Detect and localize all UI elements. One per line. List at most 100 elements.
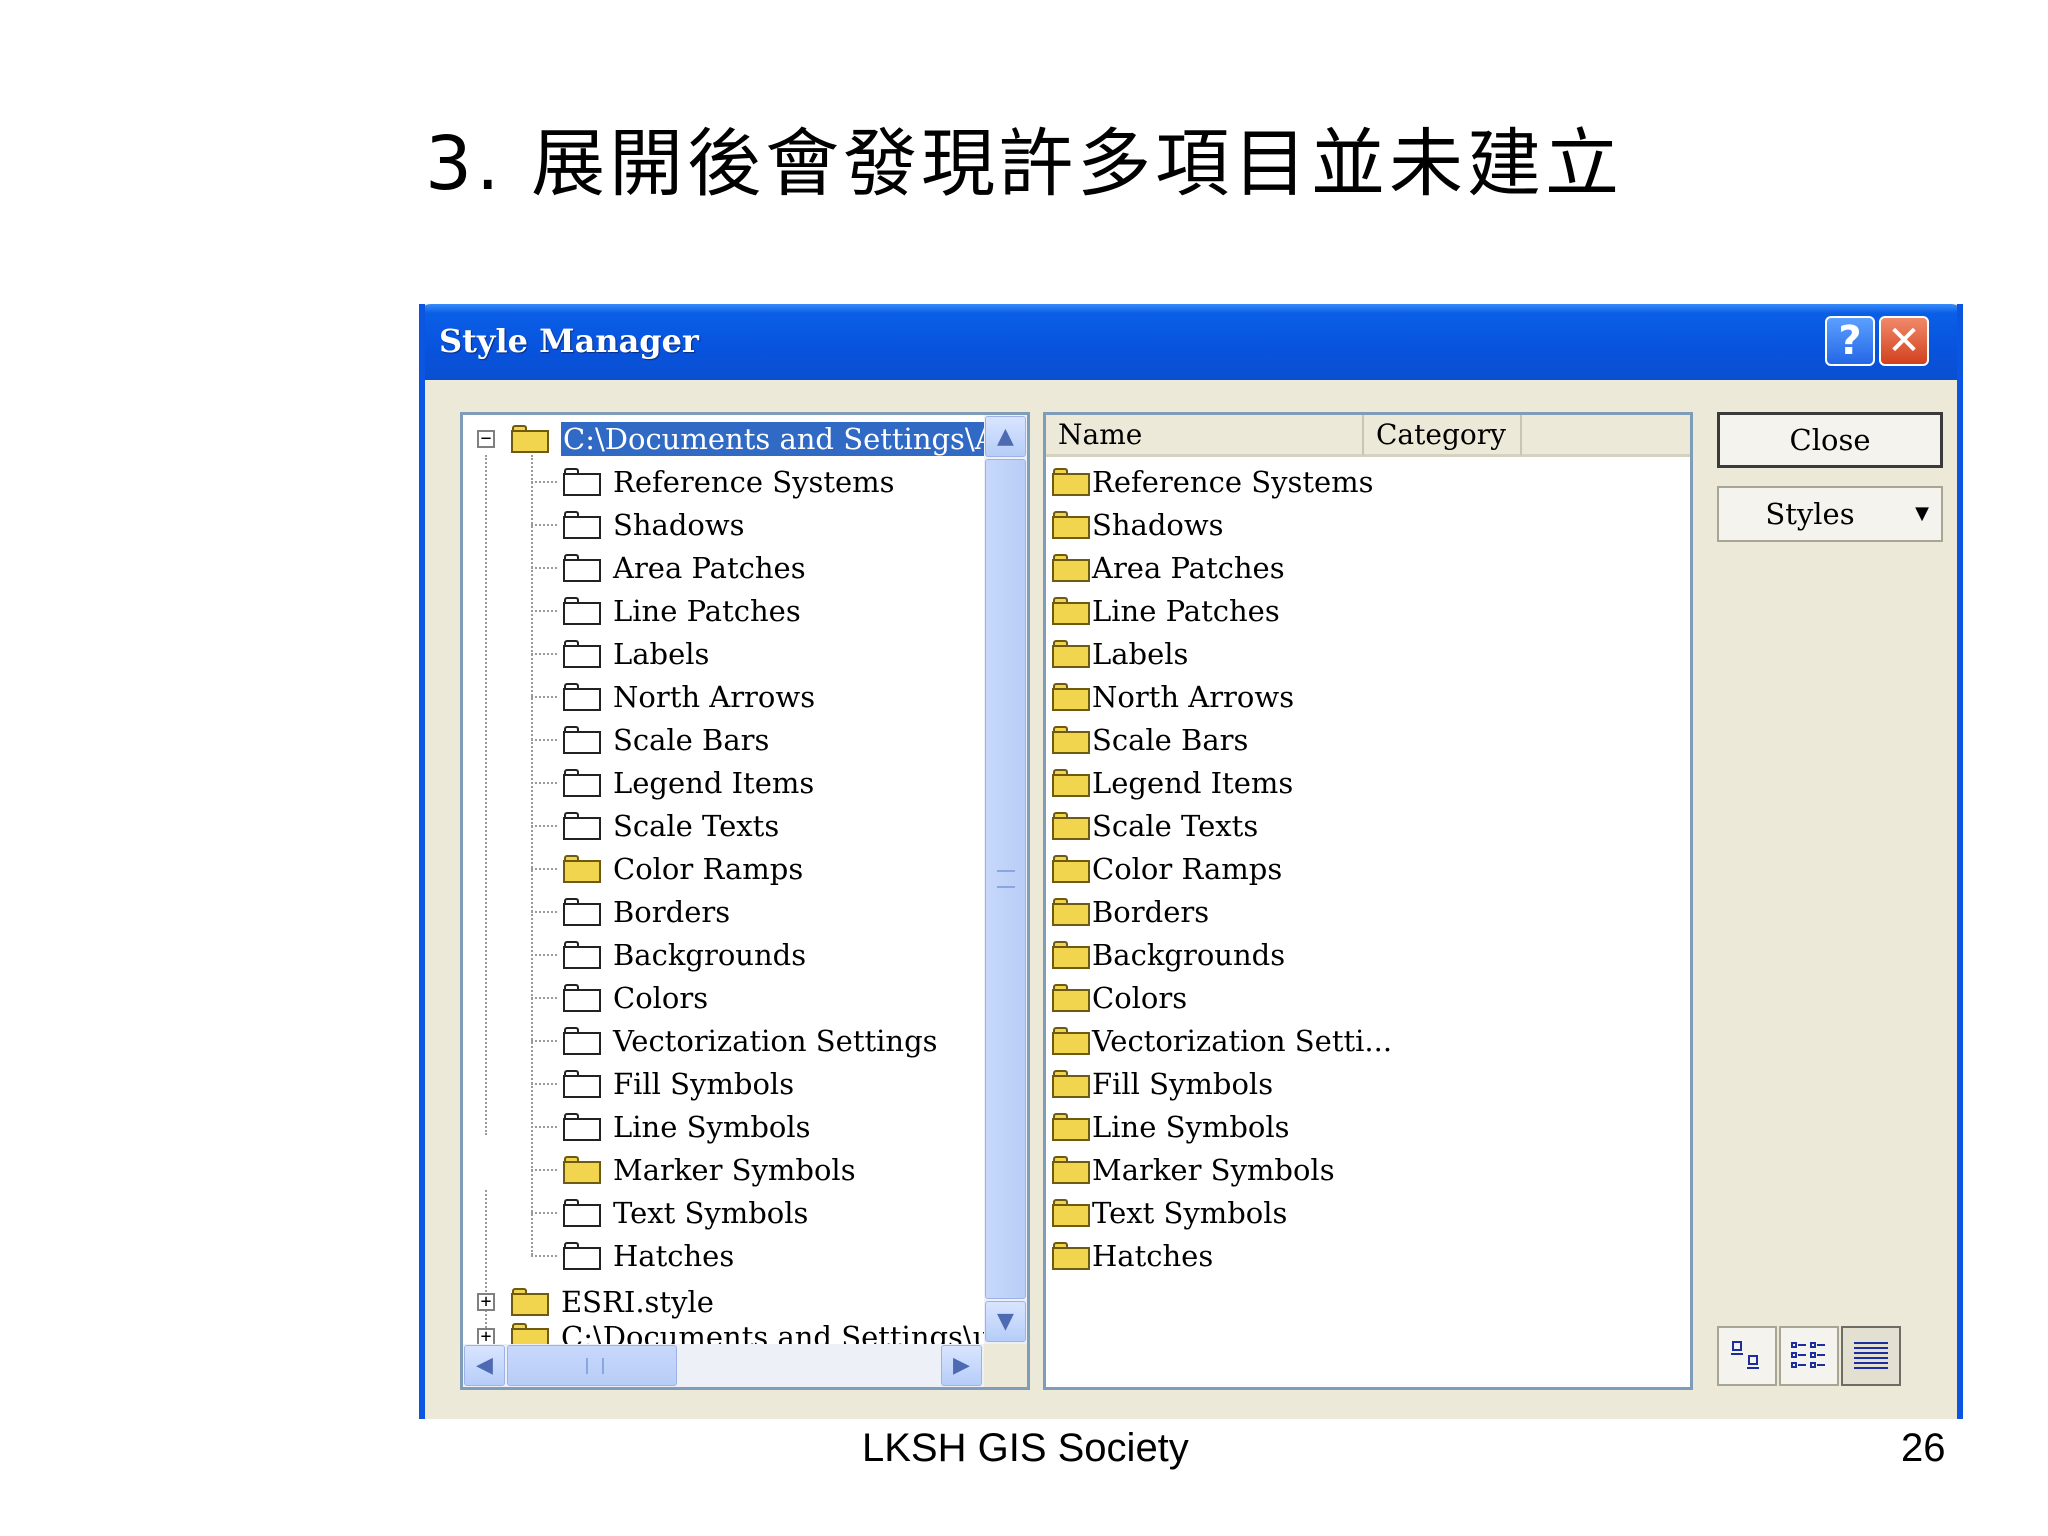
- list-item[interactable]: Color Ramps: [1052, 849, 1282, 889]
- list-item[interactable]: Legend Items: [1052, 763, 1293, 803]
- list-item[interactable]: Text Symbols: [1052, 1193, 1287, 1233]
- tree-connector: [531, 1083, 557, 1085]
- list-item[interactable]: Shadows: [1052, 505, 1224, 545]
- list-item[interactable]: Scale Bars: [1052, 720, 1248, 760]
- folder-icon: [563, 597, 601, 625]
- tree-root-admin[interactable]: − C:\Documents and Settings\Admi: [477, 419, 984, 459]
- folder-icon: [1052, 898, 1090, 926]
- title-bar[interactable]: Style Manager ? ✕: [425, 304, 1957, 380]
- tree-item[interactable]: Shadows: [531, 505, 745, 545]
- page-number: 26: [1901, 1426, 1946, 1470]
- tree-item-label: Fill Symbols: [613, 1067, 795, 1101]
- column-header-name[interactable]: Name: [1046, 415, 1364, 457]
- folder-icon: [1052, 683, 1090, 711]
- grip-icon: [997, 870, 1015, 888]
- tree-item[interactable]: Borders: [531, 892, 731, 932]
- footer-society: LKSH GIS Society: [862, 1426, 1189, 1470]
- tree-item[interactable]: Labels: [531, 634, 709, 674]
- tree-item[interactable]: Hatches: [531, 1236, 734, 1276]
- list-item[interactable]: Fill Symbols: [1052, 1064, 1273, 1104]
- folder-icon: [563, 726, 601, 754]
- folder-icon: [1052, 1027, 1090, 1055]
- scroll-down-icon[interactable]: ▼: [985, 1301, 1026, 1342]
- list-item[interactable]: North Arrows: [1052, 677, 1294, 717]
- tree-horizontal-scrollbar[interactable]: ◀ ▶: [463, 1344, 984, 1387]
- list-item[interactable]: Borders: [1052, 892, 1209, 932]
- tree-item[interactable]: Line Patches: [531, 591, 801, 631]
- tree-vertical-scrollbar[interactable]: ▲ ▼: [984, 415, 1027, 1344]
- folder-icon: [1052, 597, 1090, 625]
- list-item[interactable]: Vectorization Setti...: [1052, 1021, 1392, 1061]
- style-tree: − C:\Documents and Settings\Admi Referen…: [463, 415, 984, 1344]
- expand-icon[interactable]: +: [477, 1293, 495, 1311]
- tree-item-label: Reference Systems: [613, 465, 895, 499]
- scroll-right-icon[interactable]: ▶: [941, 1345, 982, 1386]
- tree-item-label: Vectorization Settings: [613, 1024, 938, 1058]
- folder-icon: [1052, 640, 1090, 668]
- tree-root-esri[interactable]: + ESRI.style: [477, 1282, 714, 1322]
- folder-icon: [563, 855, 601, 883]
- tree-item-label: North Arrows: [613, 680, 816, 714]
- tree-root-user[interactable]: + C:\Documents and Settings\user\A: [477, 1317, 984, 1344]
- tree-item[interactable]: Text Symbols: [531, 1193, 809, 1233]
- folder-icon: [1052, 941, 1090, 969]
- tree-item[interactable]: Fill Symbols: [531, 1064, 795, 1104]
- tree-item[interactable]: Color Ramps: [531, 849, 803, 889]
- scroll-left-icon[interactable]: ◀: [464, 1345, 505, 1386]
- list-item[interactable]: Scale Texts: [1052, 806, 1258, 846]
- tree-item[interactable]: Backgrounds: [531, 935, 807, 975]
- folder-icon: [563, 812, 601, 840]
- collapse-icon[interactable]: −: [477, 430, 495, 448]
- tree-connector: [531, 455, 533, 1255]
- horizontal-scroll-thumb[interactable]: [507, 1345, 677, 1386]
- folder-icon: [1052, 468, 1090, 496]
- list-item[interactable]: Backgrounds: [1052, 935, 1285, 975]
- tree-item-label: Text Symbols: [613, 1196, 809, 1230]
- folder-icon: [563, 984, 601, 1012]
- expand-icon[interactable]: +: [477, 1328, 495, 1344]
- list-view-icon[interactable]: [1779, 1326, 1839, 1386]
- vertical-scroll-thumb[interactable]: [985, 459, 1026, 1299]
- tree-item[interactable]: Marker Symbols: [531, 1150, 856, 1190]
- tree-item-label: Borders: [613, 895, 731, 929]
- folder-icon: [1052, 1156, 1090, 1184]
- window-close-button[interactable]: ✕: [1879, 316, 1929, 366]
- tree-item[interactable]: Legend Items: [531, 763, 814, 803]
- tree-esri-label: ESRI.style: [561, 1285, 714, 1319]
- tree-connector: [531, 782, 557, 784]
- details-view-icon[interactable]: [1841, 1326, 1901, 1386]
- tree-item[interactable]: Line Symbols: [531, 1107, 811, 1147]
- tree-item[interactable]: Reference Systems: [531, 462, 895, 502]
- list-item[interactable]: Colors: [1052, 978, 1187, 1018]
- list-item-label: Legend Items: [1092, 766, 1294, 800]
- close-button[interactable]: Close: [1717, 412, 1943, 468]
- tree-item[interactable]: North Arrows: [531, 677, 816, 717]
- tree-item-label: Shadows: [613, 508, 745, 542]
- scroll-up-icon[interactable]: ▲: [985, 416, 1026, 457]
- column-header-category[interactable]: Category: [1364, 415, 1522, 457]
- tree-item[interactable]: Area Patches: [531, 548, 806, 588]
- tree-item[interactable]: Scale Texts: [531, 806, 779, 846]
- tree-connector: [531, 1255, 557, 1257]
- list-item[interactable]: Area Patches: [1052, 548, 1285, 588]
- list-item-label: Labels: [1092, 637, 1189, 671]
- list-item[interactable]: Reference Systems: [1052, 462, 1374, 502]
- list-item[interactable]: Line Patches: [1052, 591, 1280, 631]
- large-icons-view-icon[interactable]: [1717, 1326, 1777, 1386]
- tree-item[interactable]: Colors: [531, 978, 708, 1018]
- list-item[interactable]: Labels: [1052, 634, 1188, 674]
- tree-item-label: Backgrounds: [613, 938, 807, 972]
- tree-item-label: Line Symbols: [613, 1110, 811, 1144]
- tree-item[interactable]: Vectorization Settings: [531, 1021, 938, 1061]
- folder-icon: [563, 769, 601, 797]
- tree-connector: [531, 610, 557, 612]
- styles-dropdown-button[interactable]: Styles ▼: [1717, 486, 1943, 542]
- tree-item[interactable]: Scale Bars: [531, 720, 769, 760]
- list-item[interactable]: Line Symbols: [1052, 1107, 1290, 1147]
- help-button[interactable]: ?: [1825, 316, 1875, 366]
- list-item[interactable]: Hatches: [1052, 1236, 1213, 1276]
- list-item[interactable]: Marker Symbols: [1052, 1150, 1335, 1190]
- list-item-label: Hatches: [1092, 1239, 1214, 1273]
- folder-icon: [563, 1199, 601, 1227]
- tree-connector: [531, 696, 557, 698]
